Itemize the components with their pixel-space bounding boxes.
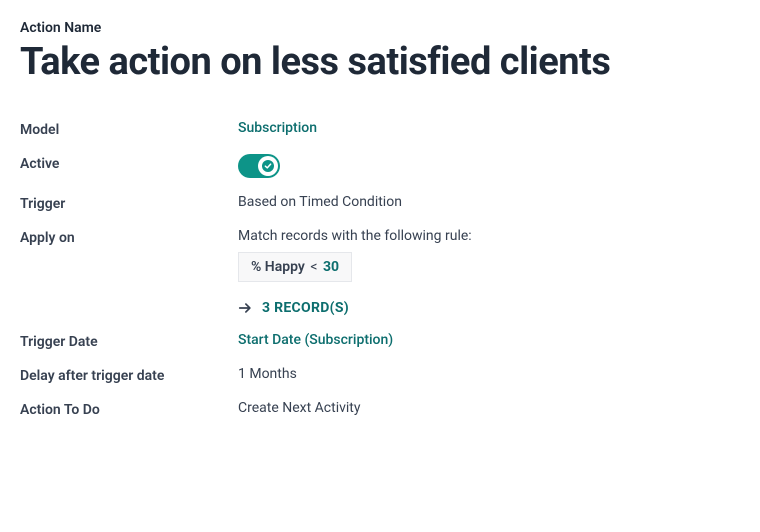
- records-link[interactable]: 3 RECORD(S): [238, 300, 349, 316]
- trigger-value[interactable]: Based on Timed Condition: [238, 194, 740, 210]
- filter-chip[interactable]: % Happy < 30: [238, 252, 352, 282]
- active-label: Active: [20, 154, 238, 172]
- trigger-row: Trigger Based on Timed Condition: [20, 194, 740, 212]
- active-row: Active: [20, 154, 740, 178]
- arrow-right-icon: [238, 301, 252, 315]
- toggle-knob: [258, 156, 278, 176]
- filter-operator: <: [308, 259, 319, 275]
- records-count: 3 RECORD(S): [262, 300, 349, 316]
- trigger-date-row: Trigger Date Start Date (Subscription): [20, 332, 740, 350]
- model-label: Model: [20, 120, 238, 138]
- active-toggle[interactable]: [238, 154, 280, 178]
- apply-on-row: Apply on Match records with the followin…: [20, 228, 740, 316]
- checkmark-icon: [262, 160, 274, 172]
- filter-field: % Happy: [251, 259, 305, 275]
- action-to-do-label: Action To Do: [20, 400, 238, 418]
- page-title: Take action on less satisfied clients: [20, 40, 740, 84]
- action-to-do-row: Action To Do Create Next Activity: [20, 400, 740, 418]
- filter-value: 30: [323, 259, 339, 275]
- delay-value[interactable]: 1 Months: [238, 366, 740, 382]
- action-to-do-value[interactable]: Create Next Activity: [238, 400, 740, 416]
- model-row: Model Subscription: [20, 120, 740, 138]
- trigger-label: Trigger: [20, 194, 238, 212]
- model-value[interactable]: Subscription: [238, 120, 740, 136]
- delay-label: Delay after trigger date: [20, 366, 238, 384]
- apply-on-description: Match records with the following rule:: [238, 228, 472, 244]
- trigger-date-label: Trigger Date: [20, 332, 238, 350]
- trigger-date-value[interactable]: Start Date (Subscription): [238, 332, 740, 348]
- delay-row: Delay after trigger date 1 Months: [20, 366, 740, 384]
- action-name-label: Action Name: [20, 20, 740, 36]
- apply-on-label: Apply on: [20, 228, 238, 246]
